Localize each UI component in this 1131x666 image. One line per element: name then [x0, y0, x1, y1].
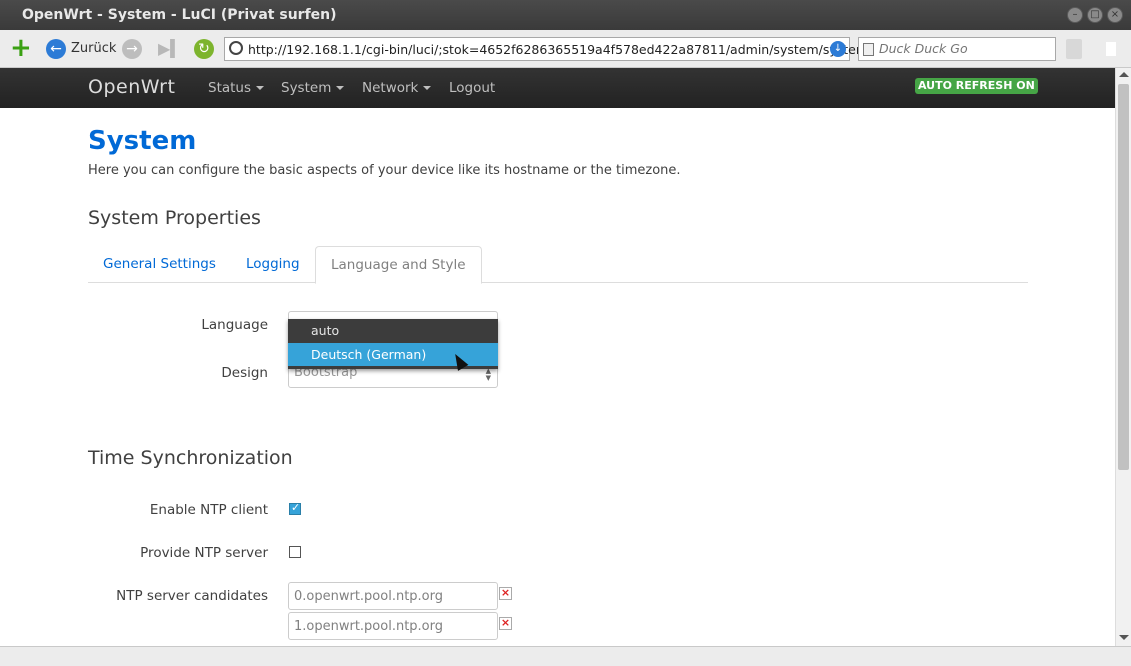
- nav-logout[interactable]: Logout: [449, 80, 495, 96]
- design-label: Design: [221, 365, 268, 381]
- provide-ntp-checkbox[interactable]: [289, 546, 301, 558]
- browser-statusbar: [0, 646, 1131, 666]
- language-option-auto[interactable]: auto: [288, 319, 498, 342]
- remove-icon[interactable]: ×: [499, 587, 512, 600]
- ntp-candidates-label: NTP server candidates: [116, 588, 268, 604]
- toolbar-overflow-icon[interactable]: [1106, 42, 1116, 56]
- back-button-label[interactable]: Zurück: [71, 41, 116, 56]
- system-properties-heading: System Properties: [88, 207, 261, 229]
- scrollbar-thumb[interactable]: [1118, 84, 1129, 470]
- tab-language-and-style[interactable]: Language and Style: [315, 246, 482, 284]
- caret-down-icon: [423, 86, 432, 90]
- caret-down-icon: [336, 86, 345, 90]
- scroll-down-icon[interactable]: [1119, 635, 1129, 640]
- ntp-server-input-1[interactable]: [288, 612, 498, 640]
- back-icon[interactable]: ←: [46, 39, 66, 59]
- skip-forward-icon[interactable]: ▶▍: [158, 39, 183, 61]
- nav-system-label: System: [281, 80, 332, 96]
- tab-general-settings[interactable]: General Settings: [88, 246, 231, 283]
- select-updown-icon: ▲ ▼: [485, 367, 491, 382]
- search-engine-icon[interactable]: [863, 43, 874, 56]
- nav-network[interactable]: Network: [362, 80, 432, 96]
- ntp-server-input-0[interactable]: [288, 582, 498, 610]
- browser-toolbar: + ← Zurück → ▶▍ ↻ http://192.168.1.1/cgi…: [0, 30, 1131, 68]
- site-identity-icon[interactable]: [229, 41, 243, 55]
- nav-status-label: Status: [208, 80, 252, 96]
- reload-icon[interactable]: ↻: [194, 39, 214, 59]
- tab-logging[interactable]: Logging: [231, 246, 315, 283]
- page-title: System: [88, 126, 197, 156]
- brand-logo[interactable]: OpenWrt: [88, 76, 175, 98]
- language-label: Language: [201, 317, 268, 333]
- caret-down-icon: [256, 86, 265, 90]
- forward-icon[interactable]: →: [122, 39, 142, 59]
- system-tabs: General Settings Logging Language and St…: [88, 246, 1028, 284]
- enable-ntp-checkbox[interactable]: [289, 501, 301, 515]
- page-scrollbar[interactable]: [1115, 68, 1131, 646]
- close-icon[interactable]: ×: [1107, 7, 1123, 23]
- remove-icon[interactable]: ×: [499, 617, 512, 630]
- window-controls: – □ ×: [1067, 7, 1123, 23]
- address-bar[interactable]: http://192.168.1.1/cgi-bin/luci/;stok=46…: [224, 37, 868, 61]
- provide-ntp-label: Provide NTP server: [140, 545, 268, 561]
- nav-system[interactable]: System: [281, 80, 345, 96]
- time-sync-heading: Time Synchronization: [88, 447, 293, 469]
- go-icon[interactable]: ↓: [830, 41, 846, 57]
- search-bar[interactable]: [858, 37, 1056, 61]
- add-icon[interactable]: +: [10, 35, 32, 61]
- nav-logout-label: Logout: [449, 80, 496, 96]
- nav-network-label: Network: [362, 80, 419, 96]
- page-description: Here you can configure the basic aspects…: [88, 163, 681, 178]
- window-titlebar: OpenWrt - System - LuCI (Privat surfen) …: [0, 0, 1131, 30]
- maximize-icon[interactable]: □: [1087, 7, 1103, 23]
- minimize-icon[interactable]: –: [1067, 7, 1083, 23]
- nav-status[interactable]: Status: [208, 80, 265, 96]
- window-title: OpenWrt - System - LuCI (Privat surfen): [22, 7, 337, 23]
- search-input[interactable]: [879, 41, 1049, 56]
- scroll-up-icon[interactable]: [1119, 72, 1129, 77]
- auto-refresh-badge[interactable]: AUTO REFRESH ON: [915, 78, 1038, 94]
- openwrt-navbar: OpenWrt Status System Network Logout AUT…: [0, 68, 1115, 108]
- enable-ntp-label: Enable NTP client: [149, 502, 268, 518]
- trash-icon[interactable]: [1066, 39, 1082, 59]
- url-text[interactable]: http://192.168.1.1/cgi-bin/luci/;stok=46…: [248, 42, 868, 57]
